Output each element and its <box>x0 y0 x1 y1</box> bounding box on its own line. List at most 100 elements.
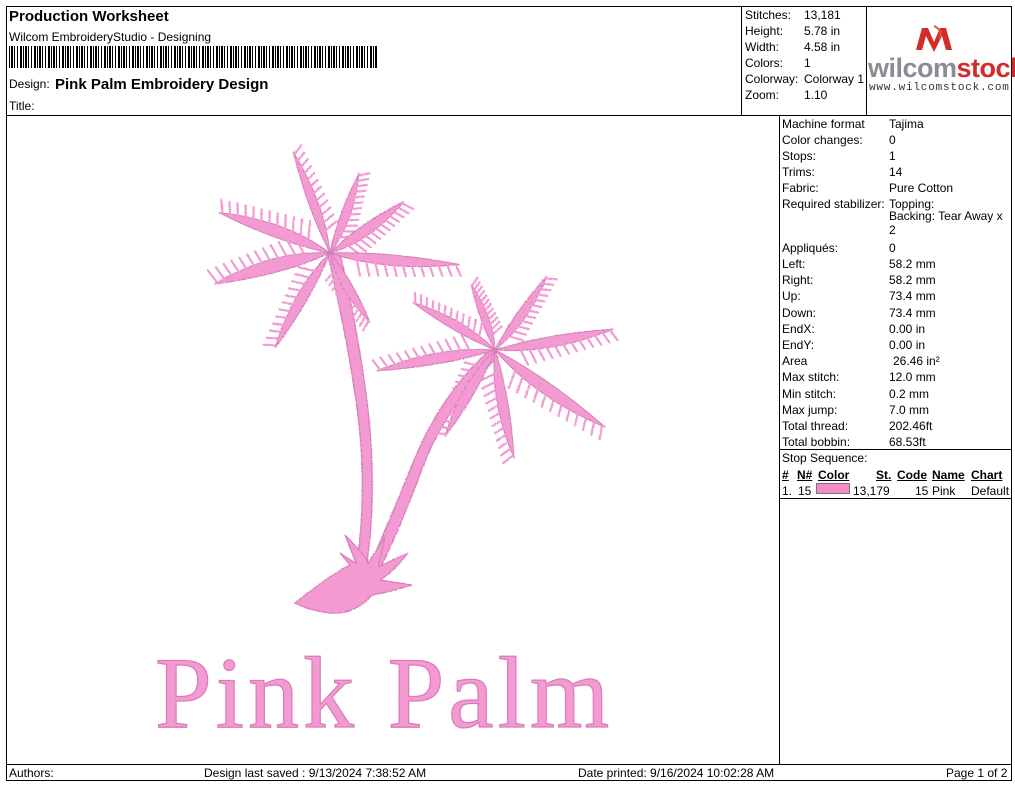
frond-left-left <box>218 212 331 254</box>
frond-left-top-fringe <box>295 151 306 163</box>
frond-left-top-right-fringe <box>348 195 366 199</box>
detail-value: 0.2 mm <box>889 387 930 401</box>
detail-label: Stops: <box>782 149 817 163</box>
frond-left-top-right-fringe <box>342 212 361 216</box>
frond-right-down-left-fringe <box>438 419 455 423</box>
frond-right-upper-fringe <box>543 277 558 281</box>
detail-value: 0.00 in <box>889 322 926 336</box>
row-n: 15 <box>798 484 812 498</box>
frond-right-upper-fringe <box>536 287 552 292</box>
frond-left-left-fringe <box>275 212 279 235</box>
detail-value: 14 <box>889 165 903 179</box>
detail-value: Backing: Tear Away x <box>889 209 1003 223</box>
detail-value: Pure Cotton <box>889 181 954 195</box>
logo-wordmark: wilcomstock <box>868 53 1015 84</box>
detail-value: 0 <box>889 241 896 255</box>
frond-right-upper-left-fringe <box>431 299 435 315</box>
detail-value: 0 <box>889 133 896 147</box>
summary-label: Zoom: <box>745 88 780 102</box>
frond-left-top-right-fringe <box>344 207 363 211</box>
stop-sequence-divider <box>779 449 1012 450</box>
frond-left-down-fringe <box>265 336 282 340</box>
frond-left-left-fringe <box>220 198 224 215</box>
frond-left-long-right-fringe <box>454 262 462 278</box>
col-chart: Chart <box>971 468 1003 482</box>
frond-right-lower-right-fringe <box>590 418 596 436</box>
row-name: Pink <box>932 484 956 498</box>
frond-left-top-fringe <box>293 144 303 156</box>
detail-value: 1 <box>889 149 896 163</box>
design-label: Design: <box>9 77 50 91</box>
summary-value: 4.58 in <box>804 40 841 54</box>
row-st: 13,179 <box>853 484 890 498</box>
app-subtitle: Wilcom EmbroideryStudio - Designing <box>9 30 212 44</box>
frond-right-lower-right-fringe <box>598 424 604 441</box>
detail-label: Trims: <box>782 165 815 179</box>
frond-left-left-fringe <box>236 202 240 221</box>
palm-base <box>293 534 413 614</box>
footer-page: Page 1 of 2 <box>946 766 1008 780</box>
detail-label: Up: <box>782 289 801 303</box>
detail-label: Fabric: <box>782 181 819 195</box>
col-name: Name <box>932 468 965 482</box>
frond-left-down-fringe <box>262 343 278 347</box>
header-col-divider-2 <box>866 6 867 116</box>
summary-value: 1 <box>804 56 811 70</box>
summary-value: 5.78 in <box>804 24 841 38</box>
panel-divider <box>779 115 780 765</box>
detail-value: 58.2 mm <box>889 257 936 271</box>
summary-value: Colorway 1 <box>804 72 865 86</box>
stop-table-divider <box>779 498 1012 499</box>
detail-label: Appliqués: <box>782 241 839 255</box>
frond-right-left-fringe <box>371 358 382 372</box>
col-num: # <box>782 468 789 482</box>
col-n: N# <box>797 468 813 482</box>
frond-right-down-left-fringe <box>435 425 452 430</box>
detail-value: 73.4 mm <box>889 289 936 303</box>
frond-right-upper-left-fringe <box>437 302 441 319</box>
frond-left-left-fringe <box>267 210 271 232</box>
frond-right-lower-right <box>494 349 606 428</box>
summary-label: Colors: <box>745 56 784 70</box>
detail-label: Total thread: <box>782 419 849 433</box>
detail-label: Min stitch: <box>782 387 837 401</box>
frond-left-top-right-fringe <box>346 201 364 205</box>
footer-saved: Design last saved : 9/13/2024 7:38:52 AM <box>204 766 427 780</box>
detail-label: Max jump: <box>782 403 838 417</box>
summary-label: Colorway: <box>745 72 799 86</box>
frond-right-right-fringe <box>608 328 619 342</box>
frond-right-down-fringe <box>500 446 514 457</box>
title-label: Title: <box>9 99 35 113</box>
detail-value: 12.0 mm <box>889 370 936 384</box>
frond-right-down-left-fringe <box>432 432 448 436</box>
design-lettering: Pink Palm <box>155 637 613 735</box>
header-col-divider-1 <box>741 6 742 116</box>
detail-label: Right: <box>782 273 814 287</box>
detail-label: Max stitch: <box>782 370 840 384</box>
detail-label: EndX: <box>782 322 815 336</box>
summary-label: Height: <box>745 24 784 38</box>
detail-value: 2 <box>889 223 896 237</box>
detail-value: 0.00 in <box>889 338 926 352</box>
frond-left-center-down-fringe <box>362 319 370 332</box>
barcode <box>9 46 377 68</box>
detail-label: Area <box>782 354 808 368</box>
summary-value: 13,181 <box>804 8 841 22</box>
col-color: Color <box>818 468 850 482</box>
detail-label: Total bobbin: <box>782 435 851 449</box>
frond-left-top-right-fringe <box>357 172 371 177</box>
design-name: Pink Palm Embroidery Design <box>55 76 269 93</box>
detail-value: 202.46ft <box>889 419 933 433</box>
detail-label: EndY: <box>782 338 815 352</box>
frond-right-down-fringe <box>502 453 515 465</box>
frond-left-center-down-fringe <box>358 314 368 327</box>
frond-left-down-fringe <box>268 329 286 334</box>
footer-authors: Authors: <box>9 766 54 780</box>
logo-wilcom: wilcom <box>868 53 957 83</box>
header-divider <box>6 115 1012 116</box>
frond-left-left-fringe <box>228 200 232 218</box>
color-swatch <box>816 483 850 494</box>
page-title: Production Worksheet <box>9 8 169 25</box>
logo-url: www.wilcomstock.com <box>869 82 1010 94</box>
frond-left-top-right-fringe <box>350 189 367 194</box>
